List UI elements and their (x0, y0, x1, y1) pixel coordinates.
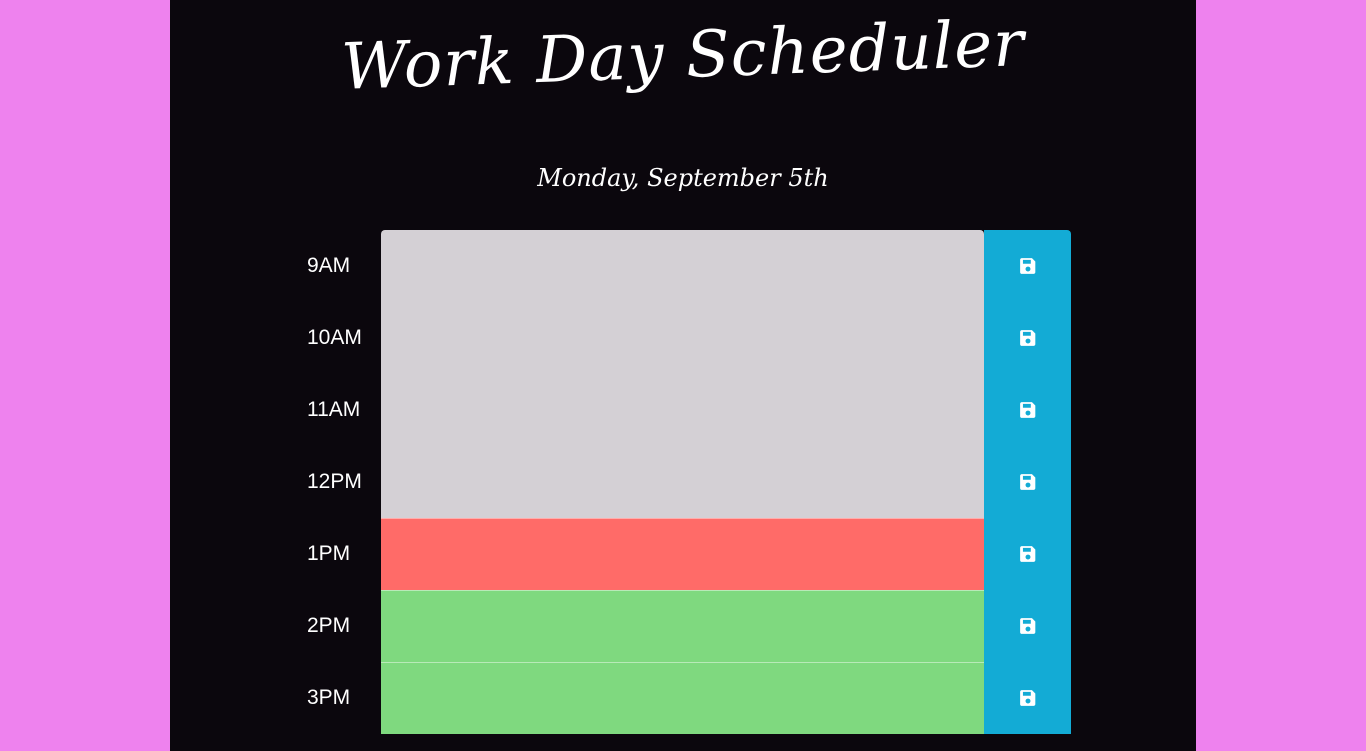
hour-label: 11AM (307, 398, 361, 421)
time-block-textarea[interactable] (381, 662, 984, 734)
hour-label: 10AM (307, 326, 362, 349)
save-button[interactable] (984, 518, 1071, 590)
hour-label: 9AM (307, 254, 351, 277)
floppy-disk-icon (1019, 257, 1037, 275)
time-block-row: 12PM (307, 446, 1071, 518)
time-block-list: 9AM 10AM 11AM 12PM 1PM 2PM 3PM (307, 230, 1071, 734)
time-block-row: 9AM (307, 230, 1071, 302)
time-block-row: 10AM (307, 302, 1071, 374)
time-block-row: 11AM (307, 374, 1071, 446)
floppy-disk-icon (1019, 473, 1037, 491)
save-button[interactable] (984, 590, 1071, 662)
floppy-disk-icon (1019, 401, 1037, 419)
time-block-textarea[interactable] (381, 446, 984, 518)
time-block-row: 2PM (307, 590, 1071, 662)
hour-label: 1PM (307, 542, 351, 565)
current-date: Monday, September 5th (537, 164, 829, 192)
hour-label: 3PM (307, 686, 351, 709)
page-title: Work Day Scheduler (340, 7, 1026, 105)
floppy-disk-icon (1019, 617, 1037, 635)
time-block-textarea[interactable] (381, 518, 984, 590)
floppy-disk-icon (1019, 329, 1037, 347)
time-block-textarea[interactable] (381, 590, 984, 662)
time-block-row: 3PM (307, 662, 1071, 734)
hour-label: 12PM (307, 470, 362, 493)
hour-label: 2PM (307, 614, 351, 637)
scheduler-container: Work Day Scheduler Monday, September 5th… (170, 0, 1196, 751)
time-block-textarea[interactable] (381, 302, 984, 374)
save-button[interactable] (984, 446, 1071, 518)
floppy-disk-icon (1019, 545, 1037, 563)
save-button[interactable] (984, 374, 1071, 446)
save-button[interactable] (984, 662, 1071, 734)
save-button[interactable] (984, 302, 1071, 374)
floppy-disk-icon (1019, 689, 1037, 707)
time-block-row: 1PM (307, 518, 1071, 590)
time-block-textarea[interactable] (381, 230, 984, 302)
time-block-textarea[interactable] (381, 374, 984, 446)
save-button[interactable] (984, 230, 1071, 302)
